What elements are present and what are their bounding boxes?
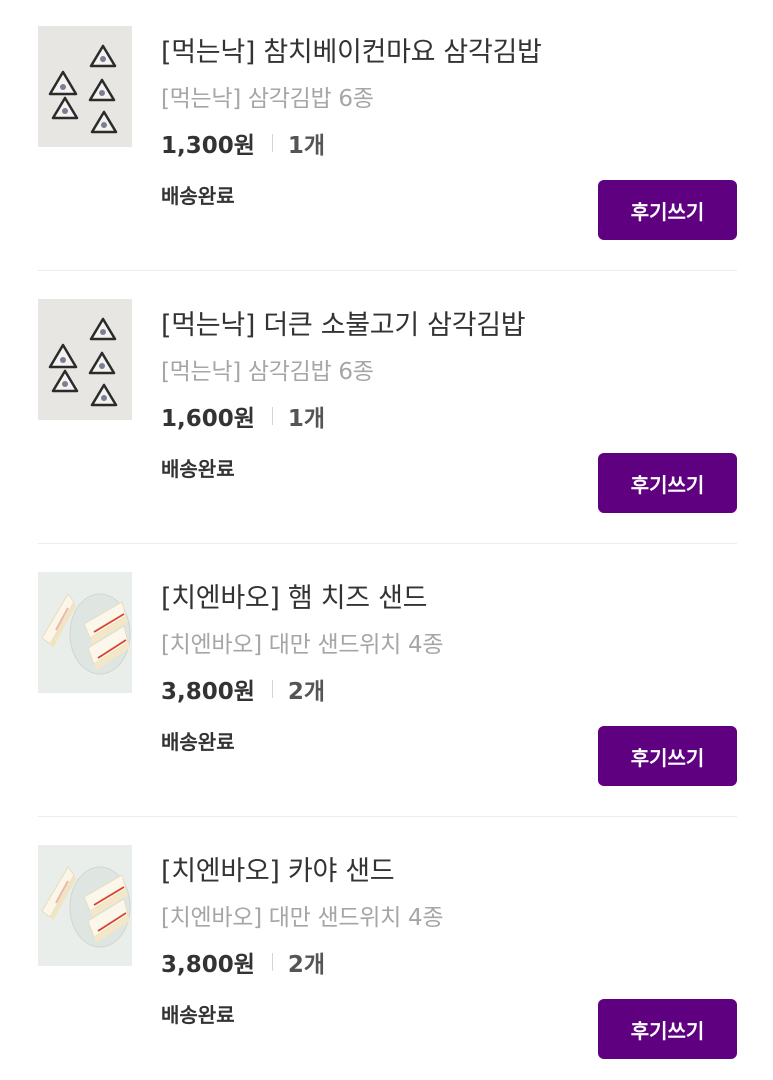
delivery-status: 배송완료 xyxy=(161,1003,235,1027)
item-divider xyxy=(38,270,737,271)
order-item: [치엔바오] 햄 치즈 샌드 [치엔바오] 대만 샌드위치 4종 3,800원 … xyxy=(0,546,773,819)
product-subname: [먹는낙] 삼각김밥 6종 xyxy=(161,86,374,112)
product-quantity: 1개 xyxy=(287,406,326,432)
price-row: 3,800원 2개 xyxy=(161,673,325,705)
sandwich-photo-icon xyxy=(38,845,132,966)
write-review-button[interactable]: 후기쓰기 xyxy=(598,726,737,786)
product-quantity: 2개 xyxy=(287,679,326,705)
order-item: [치엔바오] 카야 샌드 [치엔바오] 대만 샌드위치 4종 3,800원 2개… xyxy=(0,819,773,1080)
price-quantity-separator xyxy=(271,407,273,425)
delivery-status: 배송완료 xyxy=(161,730,235,754)
order-item: [먹는낙] 더큰 소불고기 삼각김밥 [먹는낙] 삼각김밥 6종 1,600원 … xyxy=(0,273,773,546)
product-name[interactable]: [먹는낙] 더큰 소불고기 삼각김밥 xyxy=(161,303,526,342)
triangle-kimbap-photo-icon xyxy=(38,26,132,147)
product-quantity: 2개 xyxy=(287,952,326,978)
product-price: 1,600원 xyxy=(161,406,255,432)
price-row: 1,300원 1개 xyxy=(161,127,325,159)
product-name[interactable]: [먹는낙] 참치베이컨마요 삼각김밥 xyxy=(161,30,542,69)
triangle-kimbap-photo-icon xyxy=(38,299,132,420)
price-row: 1,600원 1개 xyxy=(161,400,325,432)
delivery-status: 배송완료 xyxy=(161,457,235,481)
delivery-status: 배송완료 xyxy=(161,184,235,208)
price-quantity-separator xyxy=(271,953,273,971)
price-row: 3,800원 2개 xyxy=(161,946,325,978)
item-divider xyxy=(38,816,737,817)
price-quantity-separator xyxy=(271,680,273,698)
product-price: 3,800원 xyxy=(161,952,255,978)
item-divider xyxy=(38,543,737,544)
product-name[interactable]: [치엔바오] 햄 치즈 샌드 xyxy=(161,576,427,615)
product-subname: [먹는낙] 삼각김밥 6종 xyxy=(161,359,374,385)
order-item: [먹는낙] 참치베이컨마요 삼각김밥 [먹는낙] 삼각김밥 6종 1,300원 … xyxy=(0,0,773,273)
product-thumbnail[interactable] xyxy=(38,845,132,966)
product-price: 3,800원 xyxy=(161,679,255,705)
order-item-list: [먹는낙] 참치베이컨마요 삼각김밥 [먹는낙] 삼각김밥 6종 1,300원 … xyxy=(0,0,773,1080)
write-review-button[interactable]: 후기쓰기 xyxy=(598,180,737,240)
product-quantity: 1개 xyxy=(287,133,326,159)
sandwich-photo-icon xyxy=(38,572,132,693)
product-price: 1,300원 xyxy=(161,133,255,159)
product-thumbnail[interactable] xyxy=(38,572,132,693)
product-thumbnail[interactable] xyxy=(38,299,132,420)
product-subname: [치엔바오] 대만 샌드위치 4종 xyxy=(161,905,444,931)
product-name[interactable]: [치엔바오] 카야 샌드 xyxy=(161,849,395,888)
write-review-button[interactable]: 후기쓰기 xyxy=(598,999,737,1059)
price-quantity-separator xyxy=(271,134,273,152)
write-review-button[interactable]: 후기쓰기 xyxy=(598,453,737,513)
product-subname: [치엔바오] 대만 샌드위치 4종 xyxy=(161,632,444,658)
product-thumbnail[interactable] xyxy=(38,26,132,147)
